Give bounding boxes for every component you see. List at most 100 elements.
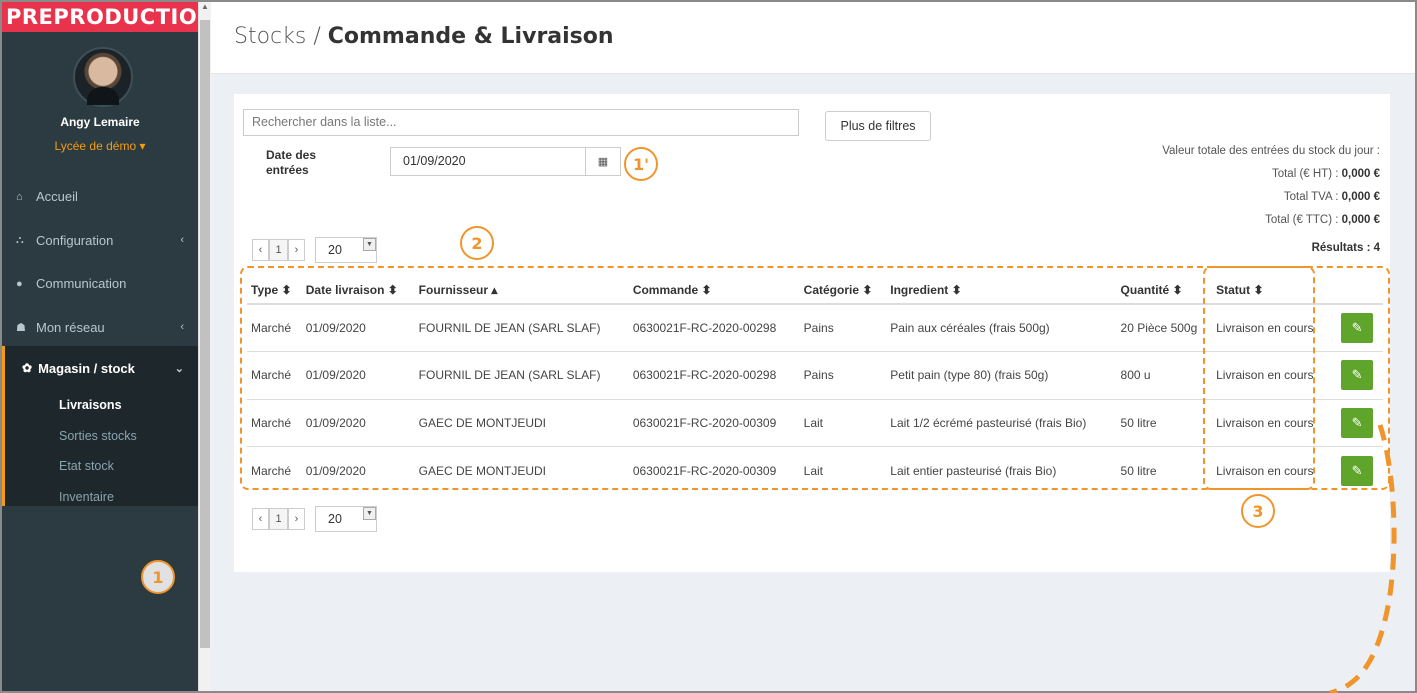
school-dropdown[interactable]: Lycée de démo ▾	[2, 139, 198, 153]
search-input[interactable]: Rechercher dans la liste...	[243, 109, 799, 136]
table-cell: 0630021F-RC-2020-00309	[628, 446, 800, 494]
totals-title: Valeur totale des entrées du stock du jo…	[1162, 145, 1380, 157]
chevron-left-icon: ‹	[180, 234, 184, 247]
table-cell: 01/09/2020	[301, 398, 415, 447]
sidebar-item-magasin-header[interactable]: ✿ Magasin / stock ⌄	[5, 346, 198, 390]
content-box: Rechercher dans la liste... Plus de filt…	[234, 94, 1390, 572]
sidebar-subitem-inventaire[interactable]: Inventaire	[5, 482, 198, 513]
page-title: Commande & Livraison	[327, 24, 614, 49]
sidebar-item-communication[interactable]: ● Communication	[2, 262, 198, 306]
table-cell: Petit pain (type 80) (frais 50g)	[886, 351, 1117, 399]
table-cell-actions: ✎	[1331, 446, 1383, 494]
sidebar-item-accueil[interactable]: ⌂ Accueil	[2, 175, 198, 219]
scroll-up-icon[interactable]: ▲	[199, 2, 211, 16]
table-cell: 20 Pièce 500g	[1120, 321, 1198, 335]
table-cell: Marché	[247, 398, 302, 447]
column-header	[1331, 276, 1383, 305]
annotation-marker-1-prime: 1'	[624, 147, 658, 181]
table-cell: Pain aux céréales (frais 500g)	[890, 321, 1050, 335]
sidebar-item-configuration[interactable]: ⛬ Configuration ‹	[2, 219, 198, 263]
table-body: Marché 01/09/2020 FOURNIL DE JEAN (SARL SL…	[247, 304, 1383, 494]
table-cell: Livraison en cours	[1212, 351, 1332, 399]
annotation-marker-3: 3	[1241, 494, 1275, 528]
user-name: Angy Lemaire	[60, 115, 140, 129]
prev-page-button[interactable]: ‹	[252, 508, 269, 530]
sidebar-item-mon-r-seau[interactable]: ☗ Mon réseau ‹	[2, 306, 198, 350]
table-cell: Marché	[247, 351, 302, 399]
next-page-button[interactable]: ›	[288, 239, 305, 261]
table-cell: Lait	[799, 446, 887, 494]
bank-icon: ⛬	[16, 233, 24, 246]
users-icon: ☗	[16, 321, 26, 334]
date-field[interactable]: 01/09/2020 ▦	[390, 147, 621, 176]
table-cell: Livraison en cours	[1212, 446, 1332, 494]
breadcrumb: Stocks / Commande & Livraison	[234, 24, 614, 49]
pencil-icon: ✎	[1351, 320, 1363, 335]
chevron-down-icon[interactable]: ▼	[363, 507, 376, 520]
pagination-top: ‹ 1 › 20 ▼	[252, 237, 377, 263]
page-number[interactable]: 1	[269, 508, 288, 530]
column-header[interactable]: Date livraison ⬍	[301, 276, 415, 305]
sidebar-scrollbar[interactable]: ▲	[198, 2, 211, 691]
column-header[interactable]: Commande ⬍	[628, 276, 800, 305]
edit-button[interactable]: ✎	[1341, 313, 1374, 343]
table-cell: GAEC DE MONTJEUDI	[414, 446, 629, 494]
sidebar-item-label: Configuration	[36, 232, 114, 248]
calendar-icon[interactable]: ▦	[585, 148, 620, 175]
table-cell: GAEC DE MONTJEUDI	[414, 398, 629, 447]
breadcrumb-section[interactable]: Stocks /	[234, 24, 328, 49]
per-page-select[interactable]: 20 ▼	[315, 237, 377, 263]
column-header[interactable]: Ingredient ⬍	[886, 276, 1117, 305]
results-count: Résultats : 4	[1311, 242, 1380, 254]
per-page-select[interactable]: 20 ▼	[315, 506, 377, 532]
more-filters-button[interactable]: Plus de filtres	[825, 111, 931, 141]
column-header[interactable]: Catégorie ⬍	[799, 276, 887, 305]
column-header[interactable]: Fournisseur ▴	[414, 276, 629, 305]
sidebar-item-label: Magasin / stock	[38, 360, 135, 376]
table-cell: 50 litre	[1116, 446, 1213, 494]
totals-panel: Valeur totale des entrées du stock du jo…	[1162, 144, 1380, 232]
table-cell: 0630021F-RC-2020-00309	[628, 398, 800, 447]
pagination-bottom: ‹ 1 › 20 ▼	[252, 506, 377, 532]
table-cell: Livraison en cours	[1212, 398, 1332, 447]
prev-page-button[interactable]: ‹	[252, 239, 269, 261]
column-header[interactable]: Type ⬍	[247, 276, 302, 305]
table-row: Marché 01/09/2020 FOURNIL DE JEAN (SARL SL…	[247, 351, 1383, 399]
sidebar-item-label: Communication	[36, 276, 127, 292]
edit-button[interactable]: ✎	[1341, 407, 1374, 438]
edit-button[interactable]: ✎	[1341, 455, 1374, 486]
date-value[interactable]: 01/09/2020	[391, 148, 585, 175]
edit-button[interactable]: ✎	[1341, 360, 1374, 391]
page-number[interactable]: 1	[269, 239, 288, 261]
sidebar-subitem-livraisons[interactable]: Livraisons	[5, 390, 198, 421]
table-cell: Livraison en cours	[1216, 321, 1314, 335]
table-cell: FOURNIL DE JEAN (SARL SLAF)	[414, 351, 629, 399]
total-ht: Total (€ HT) : 0,000 €	[1271, 168, 1380, 180]
table-cell: Lait entier pasteurisé (frais Bio)	[886, 446, 1117, 494]
table-cell: 01/09/2020	[305, 321, 366, 335]
pencil-icon: ✎	[1351, 414, 1363, 430]
sidebar-item-magasin-stock[interactable]: ✿ Magasin / stock ⌄ Livraisons Sorties s…	[2, 346, 198, 506]
table-cell: Pains	[799, 351, 887, 399]
table-cell: 0630021F-RC-2020-00298	[628, 351, 800, 399]
avatar[interactable]	[73, 47, 133, 107]
sidebar-subitem-etat-stock[interactable]: Etat stock	[5, 451, 198, 482]
column-header[interactable]: Statut ⬍	[1212, 276, 1332, 305]
next-page-button[interactable]: ›	[288, 508, 305, 530]
sidebar-item-label: Accueil	[36, 189, 78, 205]
table-cell: 50 litre	[1116, 398, 1213, 447]
column-header[interactable]: Quantité ⬍	[1116, 276, 1213, 305]
table-cell: Marché	[247, 446, 302, 494]
chevron-down-icon[interactable]: ▼	[363, 238, 376, 251]
annotation-marker-2: 2	[460, 226, 494, 260]
chevron-left-icon: ‹	[180, 321, 184, 334]
table-row: Marché 01/09/2020 FOURNIL DE JEAN (SARL SL…	[247, 304, 1383, 352]
sidebar-subitem-sorties-stocks[interactable]: Sorties stocks	[5, 421, 198, 452]
table-cell: FOURNIL DE JEAN (SARL SLAF)	[418, 321, 601, 335]
comments-icon: ●	[16, 277, 23, 290]
pencil-icon: ✎	[1351, 367, 1363, 383]
scroll-thumb[interactable]	[200, 20, 210, 648]
home-icon: ⌂	[16, 190, 23, 203]
cubes-icon: ✿	[22, 361, 33, 375]
table-cell: Lait	[799, 398, 887, 447]
